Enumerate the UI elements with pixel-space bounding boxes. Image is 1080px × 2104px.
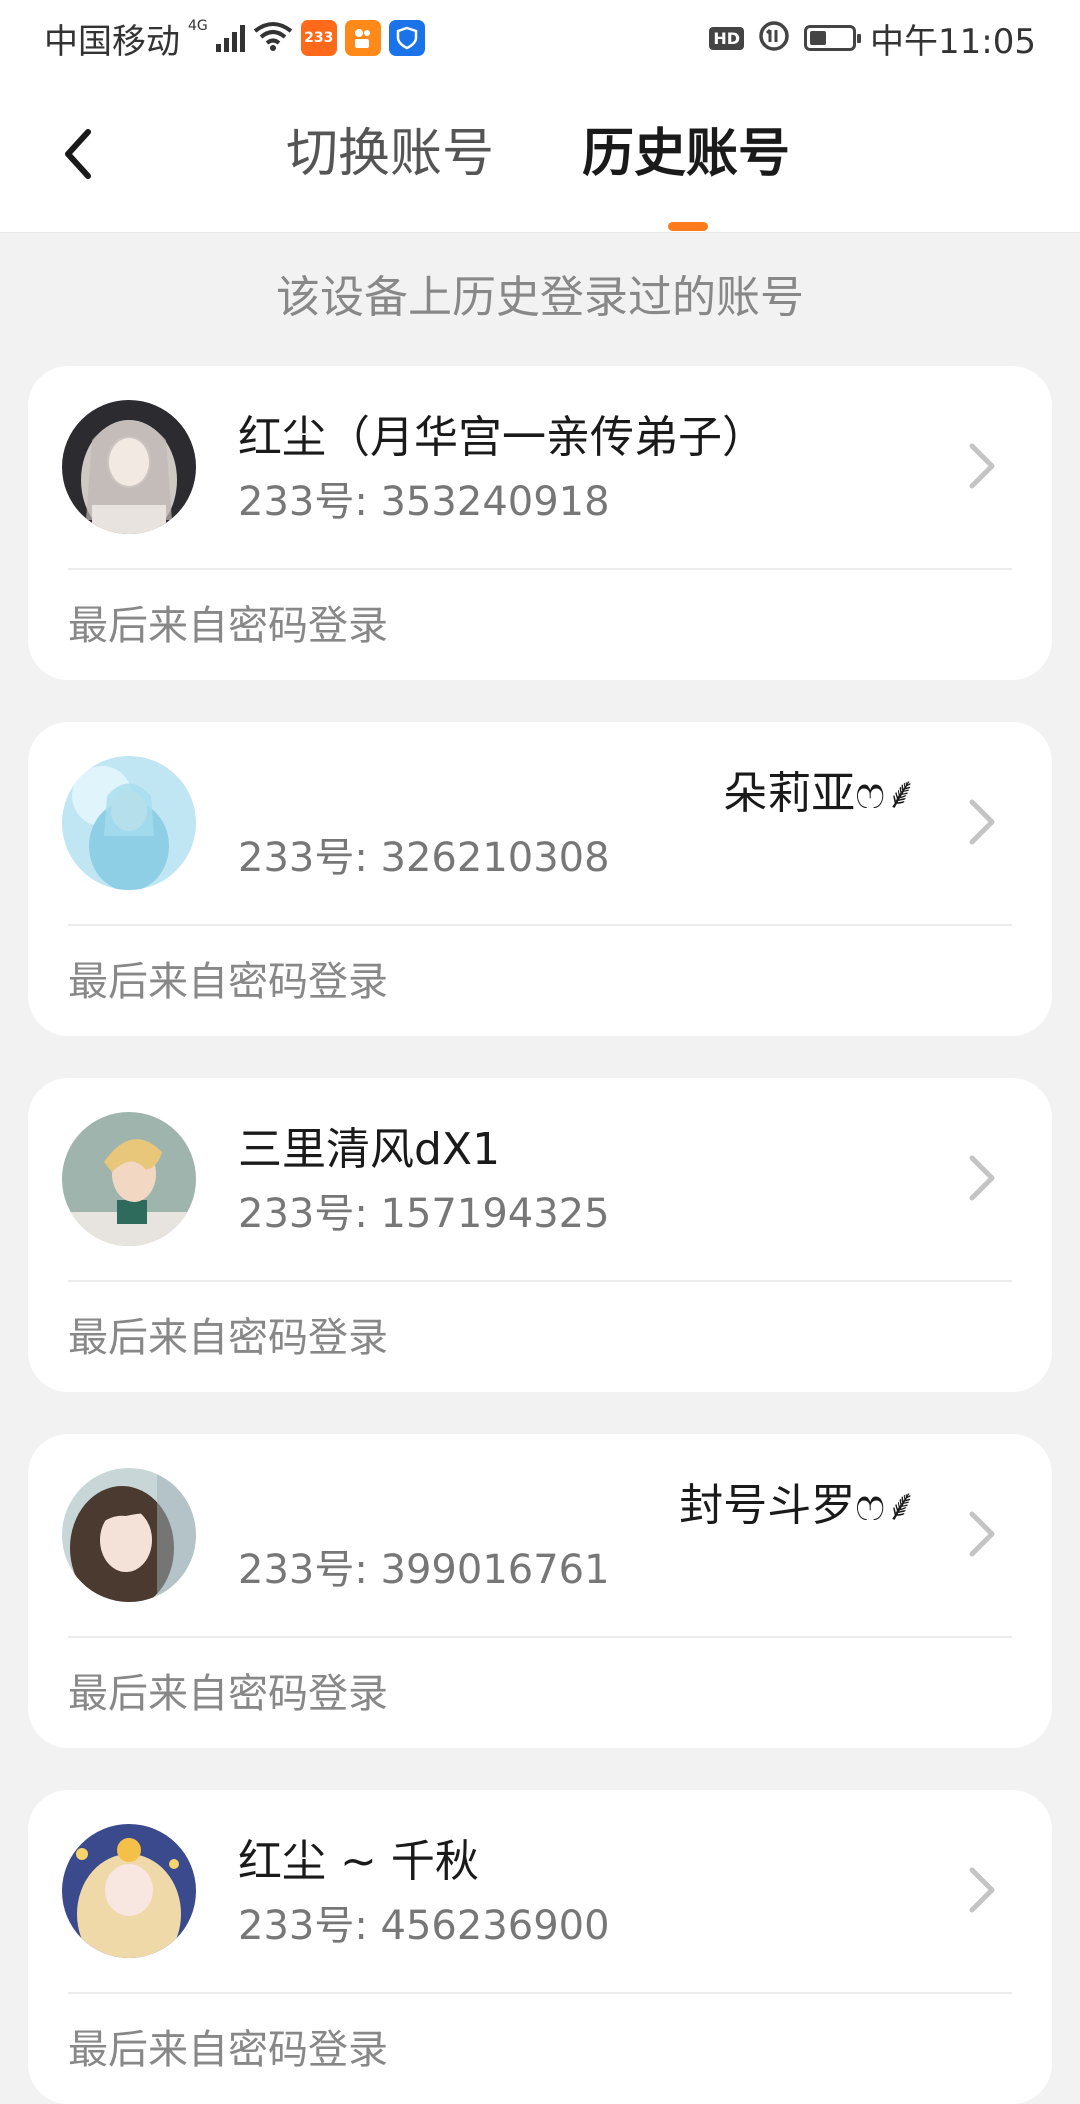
avatar (62, 400, 196, 534)
shield-icon (388, 20, 425, 56)
network-type: 4G (188, 18, 208, 34)
signal-icon (215, 24, 245, 52)
status-right: HD 中午11:05 (709, 14, 1036, 62)
login-source: 最后来自密码登录 (68, 959, 388, 1005)
chevron-left-icon (65, 129, 91, 179)
chevron-right-icon (969, 443, 995, 489)
account-id: 233号: 399016761 (238, 1547, 610, 1593)
account-id: 233号: 157194325 (238, 1191, 610, 1237)
divider (68, 1992, 1012, 1994)
top-nav: 切换账号 历史账号 (0, 76, 1080, 233)
chevron-right-icon (969, 1155, 995, 1201)
tab-switch-account[interactable]: 切换账号 (286, 122, 494, 186)
status-bar: 中国移动 4G 233 HD 中午11:05 (0, 0, 1080, 76)
clock: 中午11:05 (870, 21, 1036, 62)
avatar (62, 756, 196, 890)
status-left: 中国移动 4G 233 (44, 14, 425, 62)
avatar (62, 1468, 196, 1602)
data-saver-icon (758, 20, 790, 56)
account-card[interactable]: 红尘（月华宫一亲传弟子） 233号: 353240918 最后来自密码登录 (28, 366, 1052, 680)
chevron-right-icon (969, 1511, 995, 1557)
account-card[interactable]: 三里清风dX1 233号: 157194325 最后来自密码登录 (28, 1078, 1052, 1392)
avatar (62, 1824, 196, 1958)
divider (68, 924, 1012, 926)
hd-icon: HD (709, 26, 745, 50)
account-name: 三里清风dX1 (238, 1124, 501, 1175)
account-name: 朵莉亚ෆ⸙ (723, 768, 918, 819)
carrier-label: 中国移动 (44, 21, 180, 62)
divider (68, 1280, 1012, 1282)
account-card[interactable]: 红尘 ~ 千秋 233号: 456236900 最后来自密码登录 (28, 1790, 1052, 2104)
login-source: 最后来自密码登录 (68, 603, 388, 649)
chevron-right-icon (969, 1867, 995, 1913)
chevron-right-icon (969, 799, 995, 845)
divider (68, 568, 1012, 570)
avatar (62, 1112, 196, 1246)
tab-history-account[interactable]: 历史账号 (582, 122, 790, 186)
back-button[interactable] (52, 122, 116, 186)
account-id: 233号: 456236900 (238, 1903, 610, 1949)
wifi-icon (253, 21, 293, 55)
login-source: 最后来自密码登录 (68, 2027, 388, 2073)
battery-icon (804, 25, 862, 51)
account-name: 红尘（月华宫一亲传弟子） (238, 412, 766, 463)
page-subtitle: 该设备上历史登录过的账号 (276, 272, 804, 323)
divider (68, 1636, 1012, 1638)
account-id: 233号: 326210308 (238, 835, 610, 881)
account-name: 红尘 ~ 千秋 (238, 1836, 479, 1887)
kuaishou-icon (344, 20, 381, 56)
login-source: 最后来自密码登录 (68, 1671, 388, 1717)
account-card[interactable]: 封号斗罗ෆ⸙ 233号: 399016761 最后来自密码登录 (28, 1434, 1052, 1748)
active-tab-indicator (668, 222, 708, 231)
app-233-icon: 233 (300, 20, 337, 56)
login-source: 最后来自密码登录 (68, 1315, 388, 1361)
account-card[interactable]: 朵莉亚ෆ⸙ 233号: 326210308 最后来自密码登录 (28, 722, 1052, 1036)
account-name: 封号斗罗ෆ⸙ (679, 1480, 918, 1531)
account-id: 233号: 353240918 (238, 479, 610, 525)
